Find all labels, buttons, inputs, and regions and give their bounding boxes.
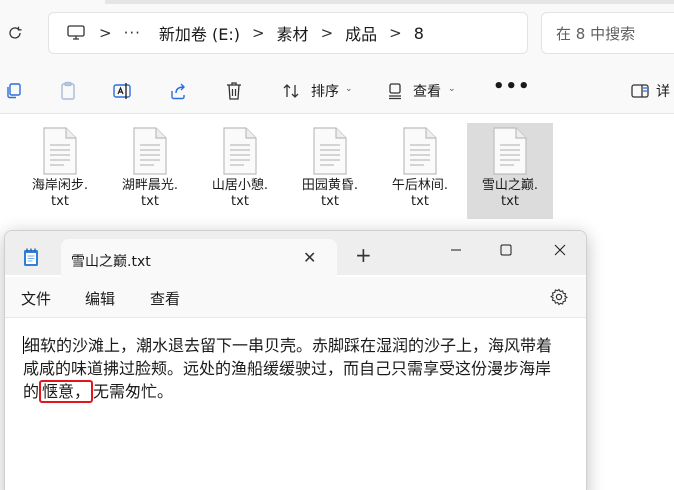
minimize-button[interactable] bbox=[441, 237, 471, 263]
text-line-3-start: 的 bbox=[23, 382, 40, 401]
file-name: 湖畔晨光. bbox=[121, 178, 179, 193]
menu-edit[interactable]: 编辑 bbox=[85, 288, 115, 309]
view-button-label[interactable]: 查看 bbox=[413, 81, 441, 101]
search-placeholder: 在 8 中搜索 bbox=[556, 24, 636, 43]
chevron-down-icon[interactable]: ⌄ bbox=[448, 84, 456, 94]
document-text[interactable]: 细软的沙滩上，潮水退去留下一串贝壳。赤脚踩在湿润的沙子上，海风带着 咸咸的味道拂… bbox=[23, 334, 579, 403]
paste-icon[interactable] bbox=[56, 79, 80, 103]
rename-icon[interactable] bbox=[111, 79, 135, 103]
address-bar[interactable]: > ··· 新加卷 (E:) > 素材 > 成品 > 8 bbox=[48, 12, 528, 54]
file-name: 海岸闲步. bbox=[31, 178, 89, 193]
text-file-icon bbox=[223, 127, 257, 175]
text-line-3-end: 无需匆忙。 bbox=[93, 382, 174, 401]
view-icon[interactable] bbox=[383, 79, 407, 103]
file-item[interactable]: 田园黄昏. txt bbox=[287, 123, 373, 219]
menu-file[interactable]: 文件 bbox=[21, 288, 51, 309]
maximize-icon bbox=[500, 244, 512, 256]
file-extension: txt bbox=[231, 194, 249, 209]
details-button-label[interactable]: 详 bbox=[656, 81, 670, 101]
text-file-icon bbox=[403, 127, 437, 175]
file-item-selected[interactable]: 雪山之巅. txt bbox=[467, 123, 553, 219]
search-input[interactable]: 在 8 中搜索 bbox=[541, 12, 674, 54]
file-extension: txt bbox=[141, 194, 159, 209]
tab-title: 雪山之巅.txt bbox=[71, 254, 151, 270]
sort-icon[interactable] bbox=[280, 79, 304, 103]
explorer-address-row: > ··· 新加卷 (E:) > 素材 > 成品 > 8 在 8 中搜索 bbox=[0, 0, 674, 70]
file-list: 海岸闲步. txt 湖畔晨光. txt 山居小憩. txt 田园黄昏. txt … bbox=[0, 115, 674, 235]
text-file-icon bbox=[313, 127, 347, 175]
file-extension: txt bbox=[501, 194, 519, 209]
menu-view[interactable]: 查看 bbox=[150, 288, 180, 309]
refresh-icon bbox=[9, 26, 22, 39]
notepad-app-icon bbox=[24, 248, 38, 266]
settings-button[interactable] bbox=[549, 287, 569, 307]
close-window-button[interactable] bbox=[545, 237, 575, 263]
file-item[interactable]: 山居小憩. txt bbox=[197, 123, 283, 219]
close-tab-icon[interactable]: ✕ bbox=[303, 248, 316, 267]
highlighted-text: 惬意， bbox=[39, 380, 94, 403]
refresh-button[interactable] bbox=[2, 20, 28, 46]
sort-button-label[interactable]: 排序 bbox=[311, 81, 339, 101]
file-name: 山居小憩. bbox=[211, 178, 269, 193]
file-extension: txt bbox=[411, 194, 429, 209]
text-file-icon bbox=[43, 127, 77, 175]
minimize-icon bbox=[451, 249, 461, 251]
file-item[interactable]: 午后林间. txt bbox=[377, 123, 463, 219]
chevron-right-icon[interactable]: > bbox=[321, 24, 334, 42]
file-item[interactable]: 海岸闲步. txt bbox=[17, 123, 103, 219]
notepad-titlebar[interactable]: 雪山之巅.txt ✕ + bbox=[5, 231, 586, 277]
explorer-toolbar: 排序 ⌄ 查看 ⌄ ••• 详 bbox=[0, 70, 674, 114]
breadcrumb-item-drive[interactable]: 新加卷 (E:) bbox=[159, 21, 240, 45]
notepad-menubar: 文件 编辑 查看 bbox=[5, 277, 586, 317]
details-pane-icon[interactable] bbox=[628, 79, 652, 103]
text-editor[interactable]: 细软的沙滩上，潮水退去留下一串贝壳。赤脚踩在湿润的沙子上，海风带着 咸咸的味道拂… bbox=[5, 317, 586, 490]
new-tab-button[interactable]: + bbox=[355, 245, 372, 265]
chevron-right-icon[interactable]: > bbox=[99, 24, 112, 42]
file-name: 午后林间. bbox=[391, 178, 449, 193]
breadcrumb-item-8[interactable]: 8 bbox=[414, 24, 424, 43]
file-name: 田园黄昏. bbox=[301, 178, 359, 193]
maximize-button[interactable] bbox=[491, 237, 521, 263]
tab-xueshanzhidian[interactable]: 雪山之巅.txt ✕ bbox=[61, 239, 337, 277]
breadcrumb-overflow-button[interactable]: ··· bbox=[124, 24, 141, 42]
copy-icon[interactable] bbox=[2, 79, 26, 103]
chevron-down-icon[interactable]: ⌄ bbox=[345, 84, 353, 94]
breadcrumb-item-sucai[interactable]: 素材 bbox=[277, 21, 309, 45]
file-extension: txt bbox=[51, 194, 69, 209]
more-options-button[interactable]: ••• bbox=[493, 76, 531, 97]
window-top-edge bbox=[105, 0, 674, 4]
file-name: 雪山之巅. bbox=[481, 178, 539, 193]
share-icon[interactable] bbox=[166, 79, 190, 103]
delete-icon[interactable] bbox=[222, 79, 246, 103]
text-file-icon bbox=[133, 127, 167, 175]
chevron-right-icon[interactable]: > bbox=[389, 24, 402, 42]
notepad-window: 雪山之巅.txt ✕ + 文件 编辑 查看 细软的沙滩上，潮水退去留下一串贝壳。… bbox=[4, 230, 587, 490]
file-extension: txt bbox=[321, 194, 339, 209]
text-line-2: 咸咸的味道拂过脸颊。远处的渔船缓缓驶过，而自己只需享受这份漫步海岸 bbox=[23, 359, 552, 378]
close-icon bbox=[554, 244, 566, 256]
chevron-right-icon[interactable]: > bbox=[252, 24, 265, 42]
breadcrumb-item-chengpin[interactable]: 成品 bbox=[345, 21, 377, 45]
text-line-1: 细软的沙滩上，潮水退去留下一串贝壳。赤脚踩在湿润的沙子上，海风带着 bbox=[24, 336, 553, 355]
file-item[interactable]: 湖畔晨光. txt bbox=[107, 123, 193, 219]
gear-icon bbox=[550, 288, 568, 306]
this-pc-icon[interactable] bbox=[65, 22, 87, 44]
text-file-icon bbox=[493, 127, 527, 175]
